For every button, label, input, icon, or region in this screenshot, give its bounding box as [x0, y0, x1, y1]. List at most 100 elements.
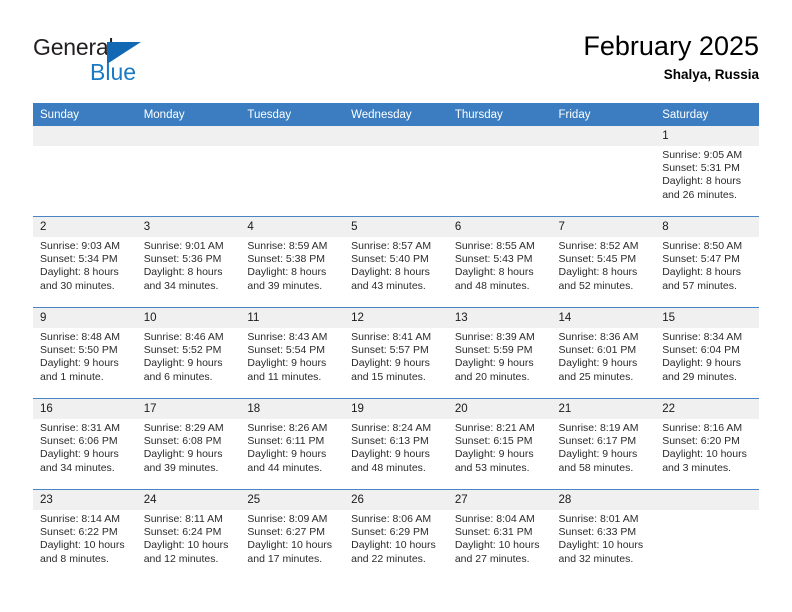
calendar-day-cell[interactable]: 13 Sunrise: 8:39 AM Sunset: 5:59 PM Dayl… [447, 307, 552, 399]
calendar-day-cell[interactable]: 22 Sunrise: 8:16 AM Sunset: 6:20 PM Dayl… [655, 398, 759, 490]
day-number: 13 [447, 308, 552, 328]
logo-text-general: General [33, 34, 114, 60]
calendar-day-cell[interactable]: 18 Sunrise: 8:26 AM Sunset: 6:11 PM Dayl… [240, 398, 345, 490]
day-details: Sunrise: 8:11 AM Sunset: 6:24 PM Dayligh… [137, 510, 241, 566]
daylight-text: Daylight: 8 hours and 30 minutes. [40, 266, 119, 292]
sunset-text: Sunset: 6:31 PM [454, 526, 533, 539]
calendar-day-cell [447, 126, 552, 217]
daylight-text: Daylight: 9 hours and 6 minutes. [143, 357, 223, 383]
day-details: Sunrise: 8:04 AM Sunset: 6:31 PM Dayligh… [448, 510, 552, 566]
day-number: 25 [240, 490, 345, 510]
calendar-day-cell[interactable]: 12 Sunrise: 8:41 AM Sunset: 5:57 PM Dayl… [344, 307, 448, 399]
sunrise-text: Sunrise: 8:46 AM [143, 331, 224, 343]
calendar-day-cell[interactable]: 10 Sunrise: 8:46 AM Sunset: 5:52 PM Dayl… [136, 307, 241, 399]
sunrise-text: Sunrise: 8:24 AM [351, 422, 432, 434]
calendar-day-cell[interactable]: 1 Sunrise: 9:05 AM Sunset: 5:31 PM Dayli… [655, 126, 759, 217]
calendar-day-cell[interactable]: 4 Sunrise: 8:59 AM Sunset: 5:38 PM Dayli… [240, 216, 345, 308]
sunrise-text: Sunrise: 8:19 AM [558, 422, 639, 434]
day-details: Sunrise: 8:29 AM Sunset: 6:08 PM Dayligh… [137, 419, 241, 475]
day-number: 26 [344, 490, 448, 510]
calendar-day-cell[interactable]: 3 Sunrise: 9:01 AM Sunset: 5:36 PM Dayli… [136, 216, 241, 308]
sunrise-text: Sunrise: 8:21 AM [454, 422, 535, 434]
day-details: Sunrise: 8:06 AM Sunset: 6:29 PM Dayligh… [344, 510, 448, 566]
day-number: 11 [240, 308, 345, 328]
calendar-day-cell[interactable]: 11 Sunrise: 8:43 AM Sunset: 5:54 PM Dayl… [240, 307, 345, 399]
sunrise-text: Sunrise: 8:34 AM [662, 331, 743, 343]
calendar-week-row: 23 Sunrise: 8:14 AM Sunset: 6:22 PM Dayl… [33, 489, 759, 580]
calendar-day-cell[interactable]: 9 Sunrise: 8:48 AM Sunset: 5:50 PM Dayli… [33, 307, 137, 399]
day-number: 19 [344, 399, 448, 419]
day-details: Sunrise: 8:16 AM Sunset: 6:20 PM Dayligh… [655, 419, 759, 475]
day-number: 5 [344, 217, 448, 237]
sunset-text: Sunset: 5:31 PM [662, 162, 740, 175]
sunrise-text: Sunrise: 8:31 AM [40, 422, 120, 434]
day-number: 12 [344, 308, 448, 328]
day-number: 17 [136, 399, 241, 419]
calendar-day-cell[interactable]: 20 Sunrise: 8:21 AM Sunset: 6:15 PM Dayl… [447, 398, 552, 490]
calendar-week-row: 1 Sunrise: 9:05 AM Sunset: 5:31 PM Dayli… [33, 126, 759, 217]
sunset-text: Sunset: 6:04 PM [662, 344, 740, 357]
calendar-day-cell[interactable]: 24 Sunrise: 8:11 AM Sunset: 6:24 PM Dayl… [136, 489, 241, 580]
day-number: 21 [551, 399, 656, 419]
daylight-text: Daylight: 8 hours and 43 minutes. [351, 266, 430, 292]
calendar-day-cell[interactable]: 21 Sunrise: 8:19 AM Sunset: 6:17 PM Dayl… [551, 398, 656, 490]
day-number: 10 [136, 308, 241, 328]
calendar-day-cell[interactable]: 15 Sunrise: 8:34 AM Sunset: 6:04 PM Dayl… [655, 307, 759, 399]
calendar-day-cell[interactable]: 14 Sunrise: 8:36 AM Sunset: 6:01 PM Dayl… [551, 307, 656, 399]
sunset-text: Sunset: 5:52 PM [143, 344, 222, 357]
calendar-day-cell[interactable]: 27 Sunrise: 8:04 AM Sunset: 6:31 PM Dayl… [447, 489, 552, 580]
daylight-text: Daylight: 9 hours and 53 minutes. [454, 448, 534, 474]
day-details: Sunrise: 8:19 AM Sunset: 6:17 PM Dayligh… [552, 419, 656, 475]
weekday-header-wednesday: Wednesday [344, 103, 448, 126]
sunset-text: Sunset: 6:33 PM [558, 526, 637, 539]
calendar-day-cell[interactable]: 16 Sunrise: 8:31 AM Sunset: 6:06 PM Dayl… [33, 398, 137, 490]
daylight-text: Daylight: 9 hours and 20 minutes. [454, 357, 534, 383]
sunrise-text: Sunrise: 8:36 AM [558, 331, 639, 343]
sunrise-text: Sunrise: 9:01 AM [143, 240, 224, 252]
page-title: February 2025 [583, 31, 759, 61]
calendar-day-cell[interactable]: 28 Sunrise: 8:01 AM Sunset: 6:33 PM Dayl… [551, 489, 656, 580]
calendar-day-cell[interactable]: 19 Sunrise: 8:24 AM Sunset: 6:13 PM Dayl… [344, 398, 448, 490]
calendar-day-cell [551, 126, 656, 217]
weekday-header-monday: Monday [136, 103, 241, 126]
day-details: Sunrise: 9:03 AM Sunset: 5:34 PM Dayligh… [33, 237, 137, 293]
daylight-text: Daylight: 8 hours and 48 minutes. [454, 266, 534, 292]
calendar-week-row: 16 Sunrise: 8:31 AM Sunset: 6:06 PM Dayl… [33, 398, 759, 490]
calendar-day-cell[interactable]: 17 Sunrise: 8:29 AM Sunset: 6:08 PM Dayl… [136, 398, 241, 490]
calendar-day-cell[interactable]: 25 Sunrise: 8:09 AM Sunset: 6:27 PM Dayl… [240, 489, 345, 580]
daylight-text: Daylight: 10 hours and 8 minutes. [40, 539, 125, 565]
calendar-day-cell [655, 489, 759, 580]
sunset-text: Sunset: 6:01 PM [558, 344, 637, 357]
daylight-text: Daylight: 8 hours and 57 minutes. [662, 266, 742, 292]
calendar-day-cell[interactable]: 2 Sunrise: 9:03 AM Sunset: 5:34 PM Dayli… [33, 216, 137, 308]
page-location: Shalya, Russia [663, 67, 759, 82]
sunrise-text: Sunrise: 8:43 AM [247, 331, 328, 343]
day-details: Sunrise: 8:57 AM Sunset: 5:40 PM Dayligh… [344, 237, 448, 293]
sunset-text: Sunset: 6:11 PM [247, 435, 325, 448]
sunset-text: Sunset: 6:15 PM [454, 435, 533, 448]
day-number: 27 [447, 490, 552, 510]
day-number: 8 [655, 217, 759, 237]
calendar-day-cell[interactable]: 5 Sunrise: 8:57 AM Sunset: 5:40 PM Dayli… [344, 216, 448, 308]
calendar-week-row: 9 Sunrise: 8:48 AM Sunset: 5:50 PM Dayli… [33, 307, 759, 399]
calendar-body: 1 Sunrise: 9:05 AM Sunset: 5:31 PM Dayli… [33, 126, 759, 580]
page-header: General Blue February 2025 Shalya, Russi… [33, 30, 759, 100]
daylight-text: Daylight: 9 hours and 25 minutes. [558, 357, 638, 383]
day-number [551, 126, 656, 146]
logo-text-blue: Blue [90, 59, 137, 85]
sunrise-text: Sunrise: 8:11 AM [143, 513, 223, 525]
sunset-text: Sunset: 5:36 PM [143, 253, 222, 266]
calendar-day-cell[interactable]: 23 Sunrise: 8:14 AM Sunset: 6:22 PM Dayl… [33, 489, 137, 580]
day-details: Sunrise: 8:24 AM Sunset: 6:13 PM Dayligh… [344, 419, 448, 475]
calendar-day-cell[interactable]: 7 Sunrise: 8:52 AM Sunset: 5:45 PM Dayli… [551, 216, 656, 308]
calendar-day-cell[interactable]: 26 Sunrise: 8:06 AM Sunset: 6:29 PM Dayl… [344, 489, 448, 580]
calendar-day-cell[interactable]: 6 Sunrise: 8:55 AM Sunset: 5:43 PM Dayli… [447, 216, 552, 308]
calendar-day-cell[interactable]: 8 Sunrise: 8:50 AM Sunset: 5:47 PM Dayli… [655, 216, 759, 308]
sunrise-text: Sunrise: 8:06 AM [351, 513, 432, 525]
daylight-text: Daylight: 10 hours and 22 minutes. [351, 539, 436, 565]
sunset-text: Sunset: 5:47 PM [662, 253, 740, 266]
sunset-text: Sunset: 6:13 PM [351, 435, 429, 448]
day-details: Sunrise: 8:36 AM Sunset: 6:01 PM Dayligh… [552, 328, 656, 384]
weekday-header-tuesday: Tuesday [240, 103, 345, 126]
calendar-day-cell [33, 126, 137, 217]
